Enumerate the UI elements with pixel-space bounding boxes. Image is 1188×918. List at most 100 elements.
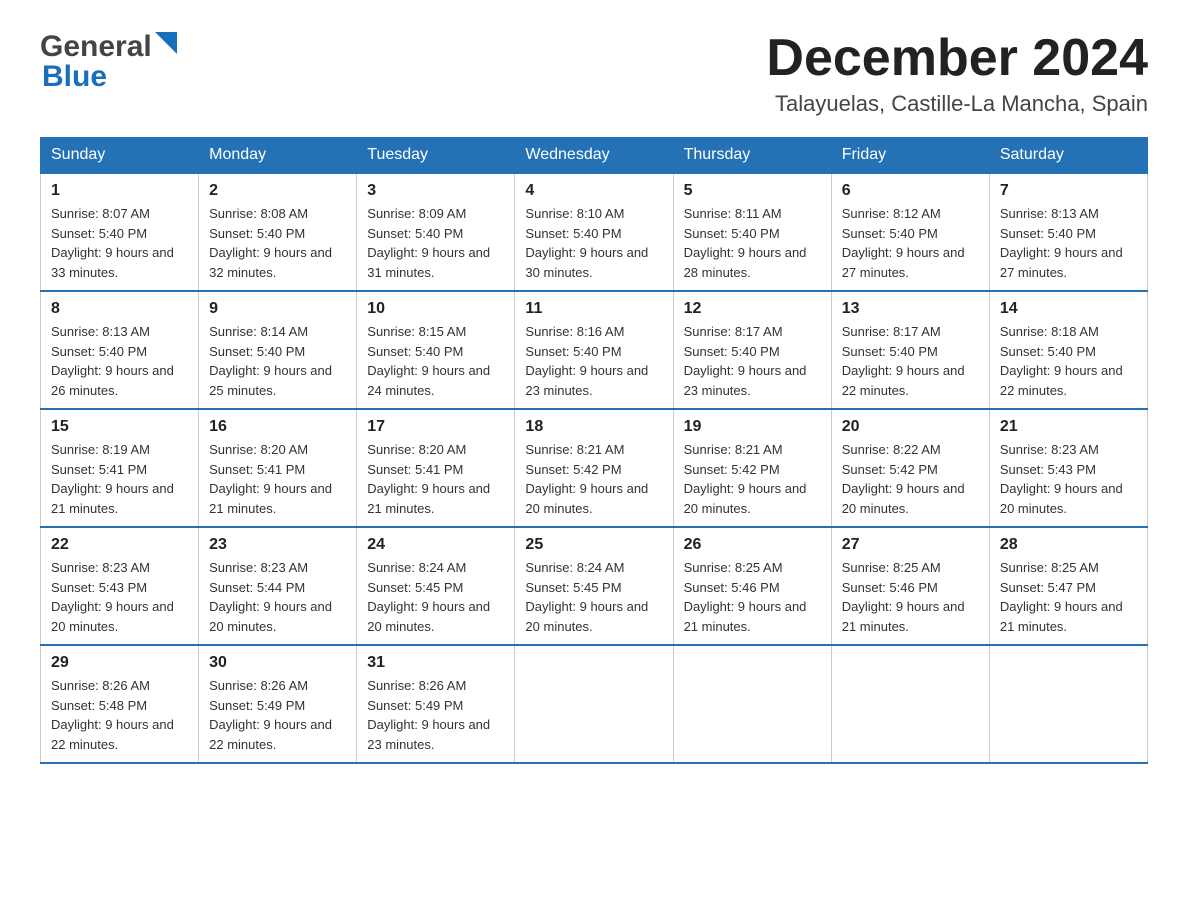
day-info: Sunrise: 8:22 AM Sunset: 5:42 PM Dayligh… bbox=[842, 440, 979, 518]
calendar-week-row: 1 Sunrise: 8:07 AM Sunset: 5:40 PM Dayli… bbox=[41, 173, 1148, 291]
day-number: 22 bbox=[51, 536, 188, 554]
day-number: 14 bbox=[1000, 300, 1137, 318]
calendar-cell bbox=[831, 645, 989, 763]
day-number: 27 bbox=[842, 536, 979, 554]
day-info: Sunrise: 8:24 AM Sunset: 5:45 PM Dayligh… bbox=[525, 558, 662, 636]
day-info: Sunrise: 8:19 AM Sunset: 5:41 PM Dayligh… bbox=[51, 440, 188, 518]
calendar-header-thursday: Thursday bbox=[673, 138, 831, 174]
calendar-cell: 15 Sunrise: 8:19 AM Sunset: 5:41 PM Dayl… bbox=[41, 409, 199, 527]
day-number: 11 bbox=[525, 300, 662, 318]
day-number: 3 bbox=[367, 182, 504, 200]
calendar-cell bbox=[673, 645, 831, 763]
calendar-cell: 5 Sunrise: 8:11 AM Sunset: 5:40 PM Dayli… bbox=[673, 173, 831, 291]
location-subtitle: Talayuelas, Castille-La Mancha, Spain bbox=[766, 91, 1148, 117]
calendar-cell: 21 Sunrise: 8:23 AM Sunset: 5:43 PM Dayl… bbox=[989, 409, 1147, 527]
day-info: Sunrise: 8:20 AM Sunset: 5:41 PM Dayligh… bbox=[209, 440, 346, 518]
day-info: Sunrise: 8:26 AM Sunset: 5:49 PM Dayligh… bbox=[209, 676, 346, 754]
day-info: Sunrise: 8:25 AM Sunset: 5:46 PM Dayligh… bbox=[684, 558, 821, 636]
calendar-header-friday: Friday bbox=[831, 138, 989, 174]
calendar-cell: 22 Sunrise: 8:23 AM Sunset: 5:43 PM Dayl… bbox=[41, 527, 199, 645]
day-number: 26 bbox=[684, 536, 821, 554]
day-number: 5 bbox=[684, 182, 821, 200]
day-number: 29 bbox=[51, 654, 188, 672]
calendar-cell: 28 Sunrise: 8:25 AM Sunset: 5:47 PM Dayl… bbox=[989, 527, 1147, 645]
day-number: 15 bbox=[51, 418, 188, 436]
calendar-cell: 27 Sunrise: 8:25 AM Sunset: 5:46 PM Dayl… bbox=[831, 527, 989, 645]
day-info: Sunrise: 8:09 AM Sunset: 5:40 PM Dayligh… bbox=[367, 204, 504, 282]
calendar-cell bbox=[515, 645, 673, 763]
day-number: 18 bbox=[525, 418, 662, 436]
calendar-week-row: 8 Sunrise: 8:13 AM Sunset: 5:40 PM Dayli… bbox=[41, 291, 1148, 409]
calendar-cell: 14 Sunrise: 8:18 AM Sunset: 5:40 PM Dayl… bbox=[989, 291, 1147, 409]
logo-general-text: General bbox=[40, 30, 152, 64]
day-number: 2 bbox=[209, 182, 346, 200]
day-info: Sunrise: 8:07 AM Sunset: 5:40 PM Dayligh… bbox=[51, 204, 188, 282]
calendar-cell: 9 Sunrise: 8:14 AM Sunset: 5:40 PM Dayli… bbox=[199, 291, 357, 409]
day-info: Sunrise: 8:25 AM Sunset: 5:47 PM Dayligh… bbox=[1000, 558, 1137, 636]
calendar-cell: 31 Sunrise: 8:26 AM Sunset: 5:49 PM Dayl… bbox=[357, 645, 515, 763]
day-info: Sunrise: 8:21 AM Sunset: 5:42 PM Dayligh… bbox=[525, 440, 662, 518]
logo: General Blue bbox=[40, 30, 177, 94]
calendar-cell: 30 Sunrise: 8:26 AM Sunset: 5:49 PM Dayl… bbox=[199, 645, 357, 763]
calendar-cell: 24 Sunrise: 8:24 AM Sunset: 5:45 PM Dayl… bbox=[357, 527, 515, 645]
month-title: December 2024 bbox=[766, 30, 1148, 87]
day-info: Sunrise: 8:13 AM Sunset: 5:40 PM Dayligh… bbox=[51, 322, 188, 400]
day-info: Sunrise: 8:26 AM Sunset: 5:49 PM Dayligh… bbox=[367, 676, 504, 754]
calendar-cell: 2 Sunrise: 8:08 AM Sunset: 5:40 PM Dayli… bbox=[199, 173, 357, 291]
title-block: December 2024 Talayuelas, Castille-La Ma… bbox=[766, 30, 1148, 117]
day-number: 8 bbox=[51, 300, 188, 318]
day-number: 30 bbox=[209, 654, 346, 672]
calendar-header-saturday: Saturday bbox=[989, 138, 1147, 174]
calendar-cell: 11 Sunrise: 8:16 AM Sunset: 5:40 PM Dayl… bbox=[515, 291, 673, 409]
calendar-cell: 13 Sunrise: 8:17 AM Sunset: 5:40 PM Dayl… bbox=[831, 291, 989, 409]
day-info: Sunrise: 8:10 AM Sunset: 5:40 PM Dayligh… bbox=[525, 204, 662, 282]
calendar-cell bbox=[989, 645, 1147, 763]
calendar-cell: 17 Sunrise: 8:20 AM Sunset: 5:41 PM Dayl… bbox=[357, 409, 515, 527]
day-info: Sunrise: 8:13 AM Sunset: 5:40 PM Dayligh… bbox=[1000, 204, 1137, 282]
day-info: Sunrise: 8:23 AM Sunset: 5:44 PM Dayligh… bbox=[209, 558, 346, 636]
calendar-cell: 8 Sunrise: 8:13 AM Sunset: 5:40 PM Dayli… bbox=[41, 291, 199, 409]
day-info: Sunrise: 8:08 AM Sunset: 5:40 PM Dayligh… bbox=[209, 204, 346, 282]
day-number: 17 bbox=[367, 418, 504, 436]
day-number: 6 bbox=[842, 182, 979, 200]
day-number: 24 bbox=[367, 536, 504, 554]
calendar-week-row: 15 Sunrise: 8:19 AM Sunset: 5:41 PM Dayl… bbox=[41, 409, 1148, 527]
calendar-header-monday: Monday bbox=[199, 138, 357, 174]
calendar-cell: 10 Sunrise: 8:15 AM Sunset: 5:40 PM Dayl… bbox=[357, 291, 515, 409]
page-header: General Blue December 2024 Talayuelas, C… bbox=[40, 30, 1148, 117]
calendar-cell: 3 Sunrise: 8:09 AM Sunset: 5:40 PM Dayli… bbox=[357, 173, 515, 291]
day-info: Sunrise: 8:17 AM Sunset: 5:40 PM Dayligh… bbox=[684, 322, 821, 400]
calendar-cell: 18 Sunrise: 8:21 AM Sunset: 5:42 PM Dayl… bbox=[515, 409, 673, 527]
logo-triangle-icon bbox=[155, 32, 177, 54]
day-number: 9 bbox=[209, 300, 346, 318]
day-number: 4 bbox=[525, 182, 662, 200]
day-number: 19 bbox=[684, 418, 821, 436]
day-number: 20 bbox=[842, 418, 979, 436]
calendar-table: SundayMondayTuesdayWednesdayThursdayFrid… bbox=[40, 137, 1148, 764]
day-info: Sunrise: 8:16 AM Sunset: 5:40 PM Dayligh… bbox=[525, 322, 662, 400]
day-info: Sunrise: 8:25 AM Sunset: 5:46 PM Dayligh… bbox=[842, 558, 979, 636]
calendar-week-row: 29 Sunrise: 8:26 AM Sunset: 5:48 PM Dayl… bbox=[41, 645, 1148, 763]
day-number: 16 bbox=[209, 418, 346, 436]
day-number: 21 bbox=[1000, 418, 1137, 436]
calendar-cell: 1 Sunrise: 8:07 AM Sunset: 5:40 PM Dayli… bbox=[41, 173, 199, 291]
calendar-cell: 7 Sunrise: 8:13 AM Sunset: 5:40 PM Dayli… bbox=[989, 173, 1147, 291]
day-info: Sunrise: 8:11 AM Sunset: 5:40 PM Dayligh… bbox=[684, 204, 821, 282]
calendar-header-tuesday: Tuesday bbox=[357, 138, 515, 174]
calendar-cell: 16 Sunrise: 8:20 AM Sunset: 5:41 PM Dayl… bbox=[199, 409, 357, 527]
day-info: Sunrise: 8:12 AM Sunset: 5:40 PM Dayligh… bbox=[842, 204, 979, 282]
day-number: 10 bbox=[367, 300, 504, 318]
calendar-header-sunday: Sunday bbox=[41, 138, 199, 174]
day-number: 23 bbox=[209, 536, 346, 554]
day-info: Sunrise: 8:14 AM Sunset: 5:40 PM Dayligh… bbox=[209, 322, 346, 400]
calendar-cell: 19 Sunrise: 8:21 AM Sunset: 5:42 PM Dayl… bbox=[673, 409, 831, 527]
logo-blue-text: Blue bbox=[42, 60, 107, 94]
day-info: Sunrise: 8:20 AM Sunset: 5:41 PM Dayligh… bbox=[367, 440, 504, 518]
day-info: Sunrise: 8:23 AM Sunset: 5:43 PM Dayligh… bbox=[51, 558, 188, 636]
day-info: Sunrise: 8:18 AM Sunset: 5:40 PM Dayligh… bbox=[1000, 322, 1137, 400]
calendar-week-row: 22 Sunrise: 8:23 AM Sunset: 5:43 PM Dayl… bbox=[41, 527, 1148, 645]
calendar-cell: 6 Sunrise: 8:12 AM Sunset: 5:40 PM Dayli… bbox=[831, 173, 989, 291]
day-info: Sunrise: 8:15 AM Sunset: 5:40 PM Dayligh… bbox=[367, 322, 504, 400]
day-number: 1 bbox=[51, 182, 188, 200]
day-number: 12 bbox=[684, 300, 821, 318]
